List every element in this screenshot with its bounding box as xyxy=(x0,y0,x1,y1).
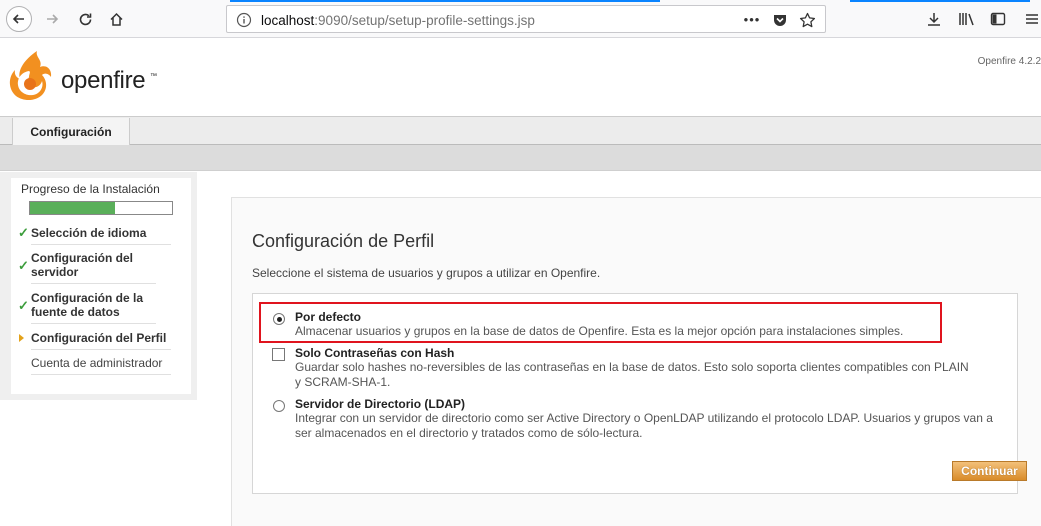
url-bar[interactable]: localhost:9090/setup/setup-profile-setti… xyxy=(226,5,826,33)
active-tab-indicator xyxy=(230,0,660,2)
ldap-option[interactable]: Servidor de Directorio (LDAP) Integrar c… xyxy=(295,397,993,441)
library-icon[interactable] xyxy=(957,9,977,29)
option-title: Por defecto xyxy=(295,310,362,324)
reload-icon xyxy=(79,13,91,25)
option-description-line: ser almacenados en el directorio y trata… xyxy=(295,426,643,440)
step-profile-settings: Configuración del Perfil xyxy=(19,331,171,350)
back-arrow-icon xyxy=(12,14,24,24)
main-content: Configuración de Perfil Seleccione el si… xyxy=(231,197,1041,526)
openfire-logo-text: openfire xyxy=(61,67,146,94)
home-icon xyxy=(109,12,123,26)
step-datasource-settings: ✓ Configuración de la fuente de datos xyxy=(18,291,156,324)
current-step-arrow-icon xyxy=(19,334,24,342)
hashed-passwords-checkbox[interactable] xyxy=(272,348,285,361)
checkmark-icon: ✓ xyxy=(18,298,29,313)
page-actions-button[interactable]: ••• xyxy=(742,9,762,29)
option-title: Servidor de Directorio (LDAP) xyxy=(295,397,466,411)
home-button[interactable] xyxy=(103,6,129,32)
default-profile-option[interactable]: Por defecto Almacenar usuarios y grupos … xyxy=(295,310,903,339)
option-description-line: Guardar solo hashes no-reversibles de la… xyxy=(295,360,969,374)
url-host: localhost xyxy=(261,13,315,28)
checkmark-icon: ✓ xyxy=(18,225,29,240)
step-label: Configuración del Perfil xyxy=(31,331,167,345)
trademark: ™ xyxy=(150,73,157,80)
forward-arrow-icon xyxy=(47,14,59,24)
app-header: openfire ™ Openfire 4.2.2 xyxy=(0,39,1041,117)
setup-progress-panel: Progreso de la Instalación ✓ Selección d… xyxy=(11,178,191,394)
hashed-passwords-option[interactable]: Solo Contraseñas con Hash Guardar solo h… xyxy=(295,346,969,390)
reload-button[interactable] xyxy=(72,6,98,32)
step-admin-account: Cuenta de administrador xyxy=(31,356,171,375)
page-title: Configuración de Perfil xyxy=(252,231,435,251)
progress-bar xyxy=(29,201,173,215)
sidebar-toggle-icon[interactable] xyxy=(988,9,1008,29)
back-button[interactable] xyxy=(6,6,32,32)
page-description: Seleccione el sistema de usuarios y grup… xyxy=(252,266,601,280)
sub-tab-bar xyxy=(0,145,1041,171)
info-icon[interactable] xyxy=(234,10,254,30)
pocket-icon[interactable] xyxy=(770,10,790,30)
bookmark-star-icon[interactable] xyxy=(797,10,817,30)
url-path: :9090/setup/setup-profile-settings.jsp xyxy=(314,13,535,28)
ldap-radio[interactable] xyxy=(273,400,285,412)
version-label: Openfire 4.2.2 xyxy=(977,56,1041,67)
tab-bar: Configuración xyxy=(0,116,1041,145)
browser-toolbar: localhost:9090/setup/setup-profile-setti… xyxy=(0,0,1041,38)
checkmark-icon: ✓ xyxy=(18,258,29,273)
option-title: Solo Contraseñas con Hash xyxy=(295,346,455,360)
setup-sidebar: Progreso de la Instalación ✓ Selección d… xyxy=(0,172,197,400)
openfire-logo-icon xyxy=(9,51,52,101)
step-label: Configuración de la fuente de datos xyxy=(31,291,144,319)
step-label: Cuenta de administrador xyxy=(31,356,163,370)
radio-selected-dot xyxy=(276,316,282,322)
step-label: Selección de idioma xyxy=(31,226,147,240)
menu-icon[interactable] xyxy=(1022,9,1041,29)
downloads-icon[interactable] xyxy=(924,9,944,29)
url-text: localhost:9090/setup/setup-profile-setti… xyxy=(261,13,535,28)
step-language: ✓ Selección de idioma xyxy=(18,226,171,245)
default-profile-radio[interactable] xyxy=(273,313,285,325)
profile-options-box: Por defecto Almacenar usuarios y grupos … xyxy=(252,293,1027,494)
option-description: Almacenar usuarios y grupos en la base d… xyxy=(295,324,904,338)
option-description-line: Integrar con un servidor de directorio c… xyxy=(295,411,993,425)
progress-title: Progreso de la Instalación xyxy=(21,182,160,196)
step-label: Configuración del servidor xyxy=(31,251,133,279)
tab-indicator xyxy=(850,0,1030,2)
forward-button[interactable] xyxy=(39,6,65,32)
progress-bar-fill xyxy=(30,202,116,214)
option-description-line: y SCRAM-SHA-1. xyxy=(295,375,391,389)
tab-configuracion[interactable]: Configuración xyxy=(12,118,130,145)
continue-button[interactable]: Continuar xyxy=(952,461,1027,481)
step-server-settings: ✓ Configuración del servidor xyxy=(18,251,156,284)
